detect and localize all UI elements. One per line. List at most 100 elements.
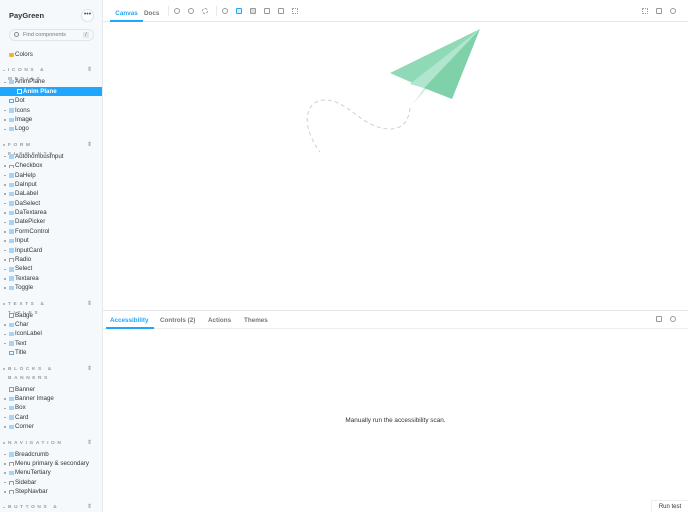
sidebar-item[interactable]: DaSelect	[0, 199, 102, 208]
expand-collapse-icon[interactable]: ⇕	[87, 300, 92, 309]
sidebar-item[interactable]: Box	[0, 403, 102, 412]
component-icon	[9, 191, 14, 197]
sidebar-item[interactable]: IconLabel	[0, 329, 102, 338]
tab-themes[interactable]: Themes	[244, 311, 268, 329]
component-icon	[9, 117, 14, 123]
item-label: MenuTertiary	[15, 469, 51, 477]
tab-actions[interactable]: Actions	[208, 311, 231, 329]
sidebar-item[interactable]: Badge	[0, 311, 102, 320]
sidebar-group-header[interactable]: BUTTONS & ⇕	[0, 503, 102, 512]
zoom-in-icon[interactable]	[174, 8, 180, 14]
item-label: Char	[15, 320, 29, 328]
story-icon	[9, 313, 14, 318]
measure-icon[interactable]	[264, 8, 270, 14]
sidebar-item[interactable]: DaInput	[0, 180, 102, 189]
sidebar-group-header[interactable]: NAVIGATION ⇕	[0, 439, 102, 450]
zoom-out-icon[interactable]	[188, 8, 194, 14]
sidebar-item[interactable]: Sidebar	[0, 478, 102, 487]
sidebar-item[interactable]: Logo	[0, 124, 102, 133]
outline-icon[interactable]	[278, 8, 284, 14]
panel-orientation-icon[interactable]	[656, 316, 662, 322]
run-test-button[interactable]: Run test	[651, 500, 688, 512]
sidebar-group-header[interactable]: TEXTS & TITLES ⇕	[0, 300, 102, 316]
tab-accessibility[interactable]: Accessibility	[106, 311, 154, 329]
caret-icon	[4, 193, 6, 195]
item-label: Anim Plane	[23, 87, 57, 95]
sidebar-item[interactable]: Title	[0, 348, 102, 357]
expand-collapse-icon[interactable]: ⇕	[87, 439, 92, 448]
sidebar-item[interactable]: MenuTertiary	[0, 468, 102, 477]
caret-icon	[4, 287, 6, 289]
sidebar-item[interactable]: DaHelp	[0, 171, 102, 180]
sidebar-item[interactable]: StepNavbar	[0, 487, 102, 496]
sidebar-item[interactable]: Banner Image	[0, 394, 102, 403]
tab-canvas[interactable]: Canvas	[110, 0, 143, 22]
sidebar-item[interactable]: Text	[0, 339, 102, 348]
sidebar-item[interactable]: Radio	[0, 255, 102, 264]
sidebar-item[interactable]: AnimPlane	[0, 77, 102, 86]
sidebar-item[interactable]: Toggle	[0, 283, 102, 292]
caret-icon	[4, 491, 6, 493]
item-label: FormControl	[15, 227, 50, 235]
sidebar-item[interactable]: Menu primary & secondary	[0, 459, 102, 468]
expand-collapse-icon[interactable]: ⇕	[87, 503, 92, 512]
background-icon[interactable]	[222, 8, 228, 14]
item-label: Textarea	[15, 274, 39, 282]
caret-icon	[4, 426, 6, 428]
sidebar-item[interactable]: Corner	[0, 422, 102, 431]
sidebar-item[interactable]: DaTextarea	[0, 208, 102, 217]
sidebar-item[interactable]: Colors	[0, 50, 102, 59]
sidebar-item[interactable]: Icons	[0, 106, 102, 115]
sidebar-item[interactable]: Input	[0, 236, 102, 245]
sidebar-item[interactable]: Select	[0, 264, 102, 273]
component-icon	[9, 415, 14, 420]
sidebar-item[interactable]: Card	[0, 413, 102, 422]
copy-link-icon[interactable]	[670, 8, 676, 14]
sidebar-item[interactable]: DatePicker	[0, 217, 102, 226]
open-new-tab-icon[interactable]	[656, 8, 662, 14]
component-icon	[9, 220, 14, 225]
caret-icon	[3, 144, 5, 146]
component-icon	[9, 229, 14, 234]
expand-collapse-icon[interactable]: ⇕	[87, 66, 92, 75]
sidebar-item[interactable]: Checkbox	[0, 161, 102, 170]
sidebar-group-header[interactable]: FORM ELEMENTS ⇕	[0, 141, 102, 157]
tab-controls[interactable]: Controls (2)	[160, 311, 195, 329]
sidebar-item[interactable]: FormControl	[0, 227, 102, 236]
sidebar-item[interactable]: Char	[0, 320, 102, 329]
tab-docs[interactable]: Docs	[144, 0, 159, 22]
divider	[168, 6, 169, 16]
component-icon	[9, 341, 14, 346]
sidebar-group-header[interactable]: BLOCKS & BANNERS ⇕	[0, 365, 102, 385]
caret-icon	[3, 442, 5, 444]
search-input[interactable]: Find components /	[9, 29, 94, 41]
item-label: DatePicker	[15, 218, 46, 226]
expand-collapse-icon[interactable]: ⇕	[87, 141, 92, 150]
component-icon	[9, 396, 14, 402]
caret-icon	[4, 324, 6, 326]
sidebar-item[interactable]: AutonomousInput	[0, 152, 102, 161]
sidebar-menu-button[interactable]: •••	[81, 9, 94, 22]
sidebar-item[interactable]: Banner	[0, 385, 102, 394]
close-panel-icon[interactable]	[670, 316, 676, 322]
expand-collapse-icon[interactable]: ⇕	[87, 365, 92, 374]
folder-icon	[9, 462, 14, 466]
fullscreen-icon[interactable]	[642, 8, 648, 14]
item-label: Toggle	[15, 284, 34, 292]
brand-title: PayGreen	[9, 11, 45, 20]
caret-icon	[4, 481, 6, 484]
sidebar-item[interactable]: Dot	[0, 96, 102, 105]
sidebar-group-header[interactable]: ICONS & MEDIAS ⇕	[0, 66, 102, 82]
grid-icon[interactable]	[236, 8, 242, 14]
sidebar-item[interactable]: DaLabel	[0, 189, 102, 198]
sidebar-item[interactable]: Textarea	[0, 274, 102, 283]
vision-icon[interactable]	[292, 8, 298, 14]
zoom-reset-icon[interactable]	[202, 8, 208, 14]
sidebar-item[interactable]: Breadcrumb	[0, 450, 102, 459]
sidebar-item[interactable]: Anim Plane	[0, 86, 102, 97]
sidebar-item[interactable]: InputCard	[0, 246, 102, 255]
caret-icon	[4, 155, 6, 158]
item-label: Logo	[15, 125, 29, 133]
sidebar-item[interactable]: Image	[0, 115, 102, 124]
viewport-icon[interactable]	[250, 8, 256, 14]
